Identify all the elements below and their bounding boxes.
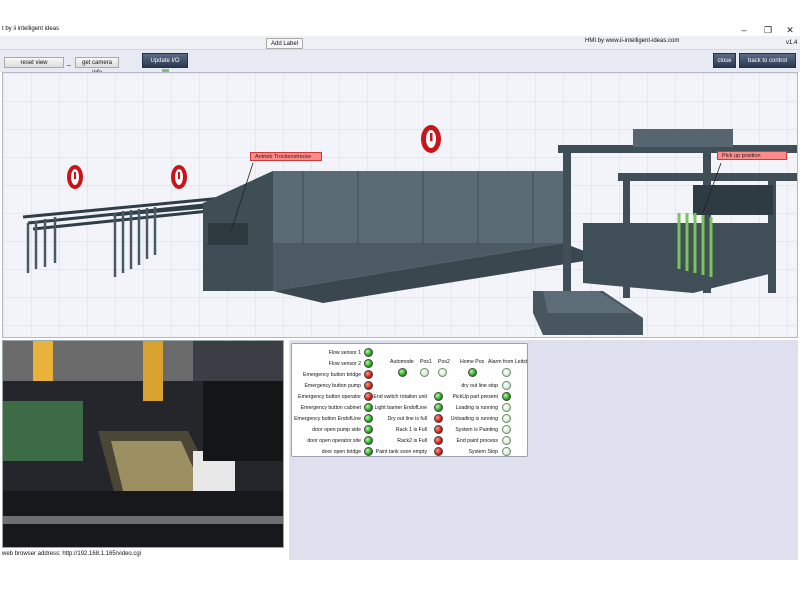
update-io-label: Update I/O — [150, 58, 180, 64]
back-to-control-button[interactable]: back to control — [739, 53, 796, 68]
io-label: Emergency button bridge — [303, 372, 361, 378]
pickup-label[interactable]: Pick up position — [717, 151, 787, 160]
button-bar: reset view _ get camera info Update I/O … — [0, 50, 800, 78]
title-bar: t by ii intelligent ideas – ❐ ✕ — [0, 0, 800, 36]
status-led-icon — [364, 370, 373, 379]
io-label: Dry out line is full — [387, 416, 428, 422]
io-label: door open operator site — [307, 438, 361, 444]
status-led-icon — [434, 414, 443, 423]
status-led-icon — [364, 403, 373, 412]
alarm-icon-3 — [421, 125, 441, 153]
io-label: dry out line stop — [461, 383, 498, 389]
status-led-icon — [502, 447, 511, 456]
status-led-icon — [364, 359, 373, 368]
io-label: PickUp part present — [452, 394, 498, 400]
status-led-icon — [434, 447, 443, 456]
io-label: Loading is running — [455, 405, 498, 411]
status-led-icon — [364, 425, 373, 434]
camera-feed — [2, 340, 284, 548]
reset-view-button[interactable]: reset view — [4, 57, 64, 68]
camera-image — [3, 341, 283, 547]
io-label: Flow sensor 1 — [328, 350, 361, 356]
close-button[interactable]: close — [713, 53, 736, 68]
status-led-icon — [468, 368, 477, 377]
window-title: t by ii intelligent ideas — [2, 26, 60, 32]
io-label: Light barrier EndofLine — [374, 405, 428, 411]
status-led-icon — [438, 368, 447, 377]
io-label: Emergency button pump — [304, 383, 361, 389]
io-label: Emergency button cabinet — [300, 405, 361, 411]
tool-strip: Add Label HMI by www.ii-intelligent-idea… — [0, 36, 800, 50]
version-label: v1.4 — [786, 40, 798, 46]
status-led-icon — [502, 381, 511, 390]
status-led-icon — [434, 436, 443, 445]
3d-viewport[interactable]: Antrieb Trockenstrecke Pick up position — [2, 72, 798, 338]
io-label: System Stop — [468, 449, 498, 455]
status-led-icon — [502, 414, 511, 423]
status-led-icon — [398, 368, 407, 377]
status-led-icon — [502, 392, 511, 401]
io-label: Pos1 — [420, 359, 432, 365]
io-label: Automode — [390, 359, 414, 365]
io-label: Emergency button EndofLine — [294, 416, 361, 422]
io-label: Pos2 — [438, 359, 450, 365]
status-led-icon — [434, 425, 443, 434]
drive-label[interactable]: Antrieb Trockenstrecke — [250, 152, 322, 161]
io-label: Home Pos — [460, 359, 485, 365]
status-led-icon — [364, 436, 373, 445]
alarm-icon-2 — [171, 165, 187, 189]
status-led-icon — [364, 381, 373, 390]
restore-icon[interactable]: ❐ — [760, 24, 776, 36]
status-led-icon — [364, 348, 373, 357]
get-camera-info-button[interactable]: get camera info — [75, 57, 119, 76]
status-led-icon — [502, 403, 511, 412]
io-label: door open bridge — [321, 449, 361, 455]
status-led-icon — [434, 392, 443, 401]
status-led-icon — [502, 436, 511, 445]
io-label: Rack2 is Full — [397, 438, 427, 444]
io-label: Alarm from Leitst — [488, 359, 528, 365]
io-label: End switch rotation unit — [373, 394, 427, 400]
status-led-icon — [364, 447, 373, 456]
status-led-icon — [364, 392, 373, 401]
io-label: Flow sensor 2 — [328, 361, 361, 367]
status-led-icon — [502, 425, 511, 434]
drive-unit — [208, 223, 248, 245]
status-area: Flow sensor 1 Flow sensor 2 Emergency bu… — [289, 340, 798, 560]
add-label-button[interactable]: Add Label — [266, 38, 304, 49]
minimize-icon[interactable]: – — [736, 24, 752, 36]
io-label: Paint tank soon empty — [375, 449, 427, 455]
status-led-icon — [502, 368, 511, 377]
alarm-icon-1 — [67, 165, 83, 189]
hmi-credit: HMI by www.ii-intelligent-ideas.com — [585, 38, 680, 44]
status-led-icon — [364, 414, 373, 423]
camera-address: web browser address: http://192.168.1.16… — [2, 551, 142, 557]
separator: _ — [67, 59, 71, 66]
io-label: End paint process — [456, 438, 498, 444]
update-io-button[interactable]: Update I/O — [142, 53, 188, 78]
io-label: door open pump side — [312, 427, 361, 433]
status-led-icon — [434, 403, 443, 412]
io-label: Rack 1 is Full — [395, 427, 427, 433]
machine-model — [22, 125, 797, 335]
io-status-panel: Flow sensor 1 Flow sensor 2 Emergency bu… — [291, 343, 528, 457]
io-label: Emergency button operator — [298, 394, 361, 400]
io-label: System is Painting — [455, 427, 498, 433]
status-led-icon — [420, 368, 429, 377]
io-label: Unloading is running — [450, 416, 498, 422]
close-window-icon[interactable]: ✕ — [782, 24, 798, 36]
